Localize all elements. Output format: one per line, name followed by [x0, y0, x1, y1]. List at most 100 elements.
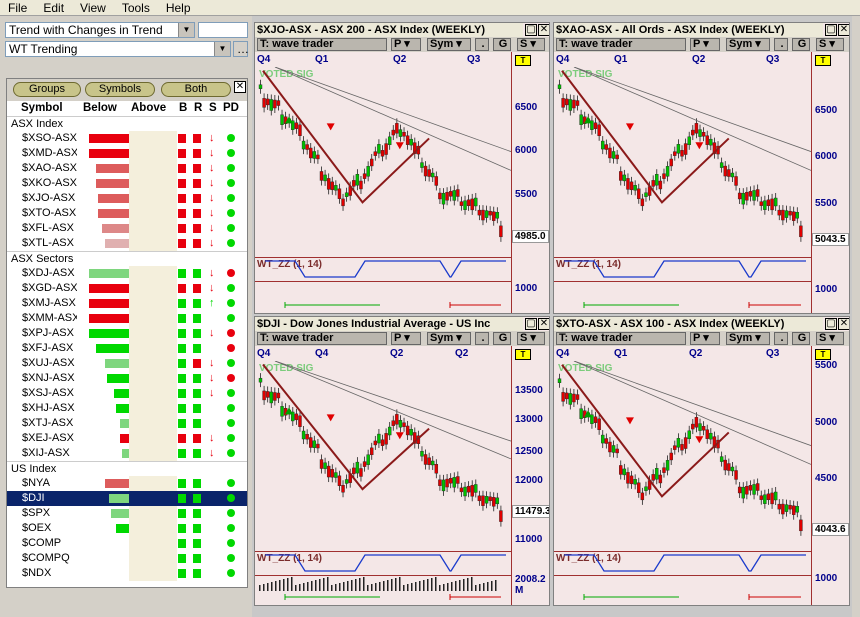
- groups-button[interactable]: Groups: [13, 82, 81, 97]
- menu-tools[interactable]: Tools: [114, 0, 158, 15]
- watchlist-row[interactable]: $XTL-ASX ↓: [7, 236, 247, 251]
- menu-help[interactable]: Help: [158, 0, 199, 15]
- template-select[interactable]: T: wave trader: [257, 332, 387, 345]
- watchlist-row[interactable]: $XFJ-ASX: [7, 341, 247, 356]
- menu-edit[interactable]: Edit: [35, 0, 72, 15]
- template-select[interactable]: T: wave trader: [257, 38, 387, 51]
- close-icon[interactable]: ✕: [538, 24, 549, 36]
- watchlist-row[interactable]: $XEJ-ASX ↓: [7, 431, 247, 446]
- watchlist-row[interactable]: $XAO-ASX ↓: [7, 161, 247, 176]
- period-button[interactable]: P ▾: [391, 38, 421, 51]
- close-icon[interactable]: ✕: [838, 24, 849, 36]
- watchlist-row[interactable]: $XDJ-ASX ↓: [7, 266, 247, 281]
- trend-badge[interactable]: T: [515, 349, 531, 360]
- group-header[interactable]: ASX Index: [7, 116, 247, 131]
- template-select[interactable]: T: wave trader: [556, 332, 686, 345]
- watchlist-row[interactable]: $OEX: [7, 521, 247, 536]
- style-button[interactable]: S ▾: [816, 332, 844, 345]
- col-s[interactable]: S: [209, 102, 217, 114]
- group-header[interactable]: US Index: [7, 461, 247, 476]
- chevron-down-icon[interactable]: ▼: [214, 42, 230, 56]
- watchlist-row[interactable]: $XUJ-ASX ↓: [7, 356, 247, 371]
- template-select[interactable]: T: wave trader: [556, 38, 686, 51]
- watchlist-row[interactable]: $XSO-ASX ↓: [7, 131, 247, 146]
- both-button[interactable]: Both: [161, 82, 231, 97]
- more-button[interactable]: …: [233, 41, 249, 57]
- dot-button[interactable]: .: [475, 332, 489, 345]
- chart-window[interactable]: $XAO-ASX - All Ords - ASX Index (WEEKLY)…: [553, 22, 850, 314]
- watchlist-row[interactable]: $COMPQ: [7, 551, 247, 566]
- watchlist-row[interactable]: $COMP: [7, 536, 247, 551]
- b-indicator: [178, 314, 186, 323]
- grid-button[interactable]: G: [792, 332, 810, 345]
- watchlist-row[interactable]: $DJI: [7, 491, 247, 506]
- dot-button[interactable]: .: [774, 332, 788, 345]
- col-above[interactable]: Above: [131, 102, 166, 114]
- price-plot[interactable]: [255, 67, 511, 255]
- symbol-button[interactable]: Sym ▾: [427, 332, 471, 345]
- watchlist-row[interactable]: $XNJ-ASX ↓: [7, 371, 247, 386]
- col-below[interactable]: Below: [83, 102, 117, 114]
- watchlist-row[interactable]: $XMJ-ASX ↑: [7, 296, 247, 311]
- symbol-button[interactable]: Sym ▾: [726, 38, 770, 51]
- watchlist-row[interactable]: $XJO-ASX ↓: [7, 191, 247, 206]
- watchlist-row[interactable]: $XIJ-ASX ↓: [7, 446, 247, 461]
- close-icon[interactable]: ✕: [838, 318, 849, 330]
- restore-icon[interactable]: ▢: [525, 24, 537, 36]
- style-button[interactable]: S ▾: [517, 38, 545, 51]
- watchlist-row[interactable]: $XSJ-ASX ↓: [7, 386, 247, 401]
- dot-button[interactable]: .: [774, 38, 788, 51]
- period-button[interactable]: P ▾: [690, 332, 720, 345]
- watchlist-row[interactable]: $XMM-ASX: [7, 311, 247, 326]
- grid-button[interactable]: G: [493, 38, 511, 51]
- price-plot[interactable]: [554, 361, 811, 549]
- watchlist-row[interactable]: $XTJ-ASX: [7, 416, 247, 431]
- symbol-button[interactable]: Sym ▾: [427, 38, 471, 51]
- price-plot[interactable]: [255, 361, 511, 539]
- chevron-down-icon[interactable]: ▼: [178, 23, 194, 37]
- chart-window[interactable]: $XJO-ASX - ASX 200 - ASX Index (WEEKLY) ▢…: [254, 22, 550, 314]
- watchlist-row[interactable]: $SPX: [7, 506, 247, 521]
- watchlist-row[interactable]: $XPJ-ASX ↓: [7, 326, 247, 341]
- restore-icon[interactable]: ▢: [825, 318, 837, 330]
- chart-window[interactable]: $XTO-ASX - ASX 100 - ASX Index (WEEKLY) ▢…: [553, 316, 850, 606]
- dot-button[interactable]: .: [475, 38, 489, 51]
- scan-filter-input[interactable]: [198, 22, 248, 38]
- restore-icon[interactable]: ▢: [825, 24, 837, 36]
- menu-file[interactable]: File: [0, 0, 35, 15]
- period-button[interactable]: P ▾: [391, 332, 421, 345]
- price-label: 1000: [515, 283, 538, 294]
- trend-badge[interactable]: T: [815, 349, 831, 360]
- close-icon[interactable]: ✕: [538, 318, 549, 330]
- period-button[interactable]: P ▾: [690, 38, 720, 51]
- symbol-button[interactable]: Sym ▾: [726, 332, 770, 345]
- watchlist-row[interactable]: $XFL-ASX ↓: [7, 221, 247, 236]
- restore-icon[interactable]: ▢: [525, 318, 537, 330]
- trend-badge[interactable]: T: [515, 55, 531, 66]
- col-b[interactable]: B: [179, 102, 187, 114]
- watchlist-row[interactable]: $XMD-ASX ↓: [7, 146, 247, 161]
- style-button[interactable]: S ▾: [517, 332, 545, 345]
- watchlist-row[interactable]: $XKO-ASX ↓: [7, 176, 247, 191]
- col-symbol[interactable]: Symbol: [21, 102, 63, 114]
- watchlist-row[interactable]: $XHJ-ASX: [7, 401, 247, 416]
- scan-select[interactable]: Trend with Changes in Trend ▼: [5, 22, 195, 38]
- col-r[interactable]: R: [194, 102, 202, 114]
- watchlist-row[interactable]: $XTO-ASX ↓: [7, 206, 247, 221]
- group-header[interactable]: ASX Sectors: [7, 251, 247, 266]
- style-button[interactable]: S ▾: [816, 38, 844, 51]
- symbols-button[interactable]: Symbols: [85, 82, 155, 97]
- watchlist-row[interactable]: $XGD-ASX ↓: [7, 281, 247, 296]
- r-indicator: [193, 314, 201, 323]
- col-pd[interactable]: PD: [223, 102, 239, 114]
- menu-view[interactable]: View: [72, 0, 114, 15]
- close-icon[interactable]: ✕: [234, 81, 246, 93]
- trend-badge[interactable]: T: [815, 55, 831, 66]
- watchlist-row[interactable]: $NYA: [7, 476, 247, 491]
- layout-select[interactable]: WT Trending ▼: [5, 41, 231, 57]
- grid-button[interactable]: G: [792, 38, 810, 51]
- price-plot[interactable]: [554, 67, 811, 255]
- watchlist-row[interactable]: $NDX: [7, 566, 247, 581]
- chart-window[interactable]: $DJI - Dow Jones Industrial Average - US…: [254, 316, 550, 606]
- grid-button[interactable]: G: [493, 332, 511, 345]
